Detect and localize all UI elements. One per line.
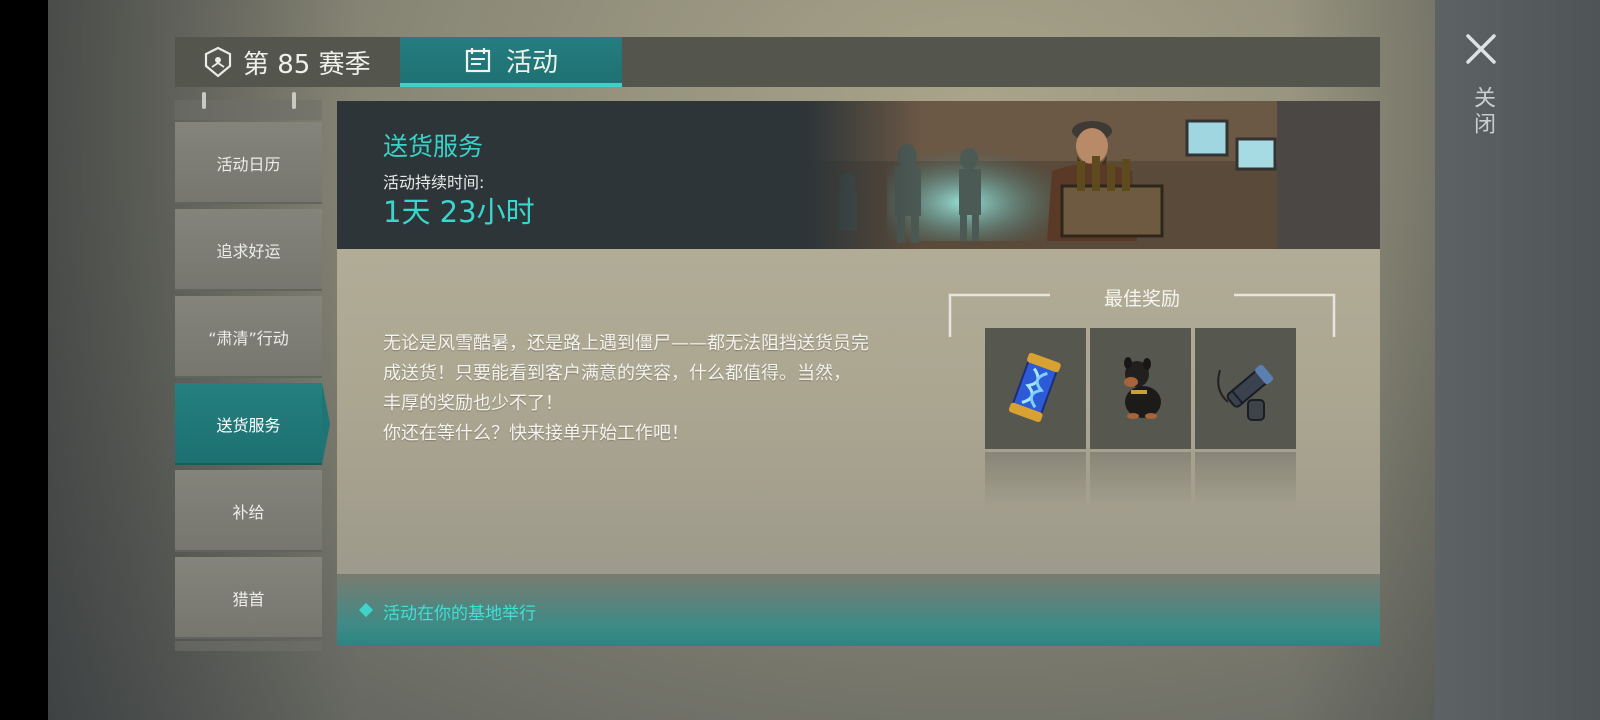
- whistle-flashlight-icon: [1217, 364, 1274, 421]
- delivery-banner-illustration: [807, 101, 1380, 249]
- close-icon: [1466, 34, 1496, 64]
- tab-events[interactable]: 活动: [400, 37, 622, 87]
- sidebar-item-supply[interactable]: 补给: [175, 470, 322, 552]
- reward-reflection: [985, 452, 1086, 507]
- sidebar-scroll-top: [175, 100, 322, 120]
- description-line: 丰厚的奖励也少不了！: [383, 393, 563, 414]
- top-tab-bar: 第 85 赛季 活动: [175, 37, 1380, 87]
- sidebar-item-label: “肃清”行动: [208, 329, 289, 348]
- reward-item-dna-capsule[interactable]: [985, 328, 1086, 449]
- sidebar-item-delivery[interactable]: 送货服务: [175, 383, 330, 465]
- scroll-marker: [292, 92, 296, 109]
- close-label[interactable]: 关闭: [1466, 86, 1498, 138]
- event-location-bar: 活动在你的基地举行: [337, 574, 1380, 646]
- reward-reflection: [1195, 452, 1296, 507]
- reward-reflection: [1090, 452, 1191, 507]
- reward-item-whistle[interactable]: [1195, 328, 1296, 449]
- event-detail-panel: 送货服务 活动持续时间: 1天 23小时 无论是风雪酷暑，还是路上遇到僵尸——都…: [337, 101, 1380, 646]
- event-description: 无论是风雪酷暑，还是路上遇到僵尸——都无法阻挡送货员完 成送货！只要能看到客户满…: [383, 329, 923, 449]
- diamond-bullet-icon: [358, 602, 374, 618]
- sidebar-item-purge[interactable]: “肃清”行动: [175, 296, 322, 378]
- calendar-icon: [465, 48, 491, 73]
- reward-item-dog[interactable]: [1090, 328, 1191, 449]
- sidebar-item-label: 送货服务: [216, 416, 281, 435]
- event-banner: 送货服务 活动持续时间: 1天 23小时: [337, 101, 1380, 249]
- tab-events-label: 活动: [505, 47, 558, 78]
- sidebar-scroll-bottom: [175, 641, 322, 651]
- sidebar-item-label: 补给: [232, 503, 265, 522]
- event-location-note: 活动在你的基地举行: [383, 604, 536, 624]
- best-rewards-title: 最佳奖励: [1103, 288, 1180, 310]
- event-title: 送货服务: [383, 132, 484, 161]
- scroll-marker: [202, 92, 206, 109]
- tab-season-label: 第 85 赛季: [243, 49, 371, 80]
- description-line: 成送货！只要能看到客户满意的笑容，什么都值得。当然，: [383, 363, 851, 384]
- sidebar-item-calendar[interactable]: 活动日历: [175, 122, 322, 204]
- sidebar-item-label: 活动日历: [216, 155, 281, 174]
- sidebar-item-label: 猎首: [232, 590, 265, 609]
- duration-value: 1天 23小时: [383, 195, 535, 229]
- sidebar-item-good-luck[interactable]: 追求好运: [175, 209, 322, 291]
- sidebar-item-label: 追求好运: [216, 242, 281, 261]
- tab-season[interactable]: 第 85 赛季: [203, 37, 371, 87]
- close-button[interactable]: [1458, 26, 1504, 72]
- sidebar-item-headhunt[interactable]: 猎首: [175, 557, 322, 639]
- description-line: 你还在等什么？快来接单开始工作吧！: [383, 423, 689, 444]
- description-line: 无论是风雪酷暑，还是路上遇到僵尸——都无法阻挡送货员完: [383, 333, 869, 354]
- rottweiler-dog-icon: [1124, 357, 1161, 419]
- dna-capsule-icon: [1008, 352, 1061, 423]
- right-side-strip: [1435, 0, 1600, 720]
- season-shield-icon: [204, 46, 232, 78]
